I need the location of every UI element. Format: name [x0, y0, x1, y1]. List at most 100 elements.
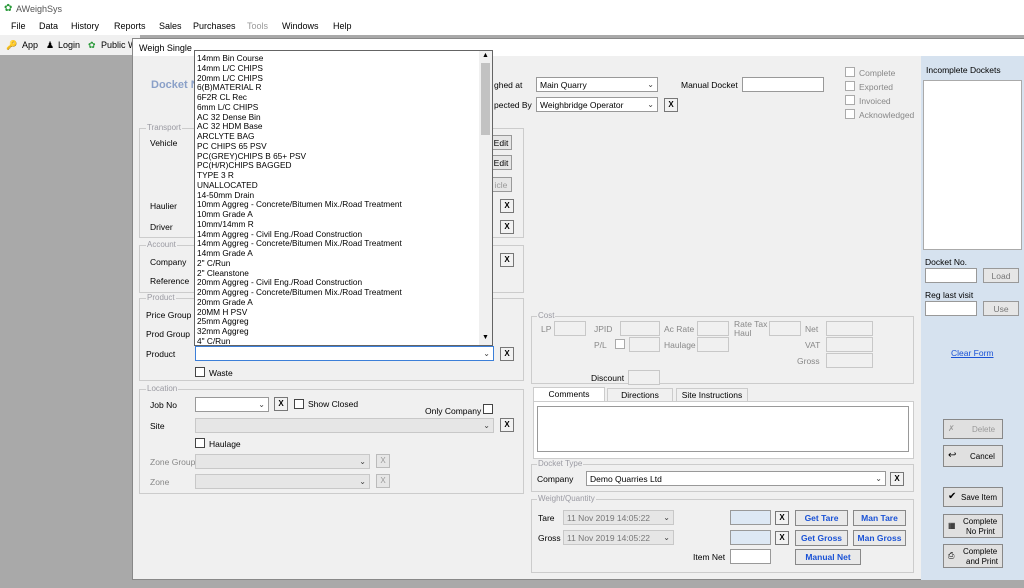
- clear-haulier-button[interactable]: X: [500, 199, 514, 213]
- complete-no-print-button[interactable]: ▦ Complete No Print: [943, 514, 1003, 538]
- scroll-down-icon[interactable]: ▼: [482, 334, 489, 341]
- complete-checkbox[interactable]: [845, 67, 855, 77]
- waste-checkbox[interactable]: [195, 367, 205, 377]
- jpid-input[interactable]: [620, 321, 660, 336]
- net-input[interactable]: [826, 321, 873, 336]
- cost-haulage-input[interactable]: [697, 337, 729, 352]
- invoiced-checkbox[interactable]: [845, 95, 855, 105]
- dropdown-item[interactable]: 6mm L/C CHIPS: [197, 102, 258, 112]
- job-no-select[interactable]: ⌄: [195, 397, 269, 412]
- site-select[interactable]: ⌄: [195, 418, 494, 433]
- dropdown-item[interactable]: 20mm L/C CHIPS: [197, 73, 263, 83]
- dropdown-item[interactable]: 10mm Grade A: [197, 209, 253, 219]
- tab-site-instructions[interactable]: Site Instructions: [676, 388, 748, 402]
- discount-input[interactable]: [628, 370, 660, 385]
- dropdown-item[interactable]: 2" C/Run: [197, 258, 230, 268]
- clear-inspected-button[interactable]: X: [664, 98, 678, 112]
- dropdown-item[interactable]: AC 32 HDM Base: [197, 121, 262, 131]
- dropdown-item[interactable]: 14mm Grade A: [197, 248, 253, 258]
- product-select[interactable]: ⌄: [195, 346, 494, 361]
- dropdown-item[interactable]: 6F2R CL Rec: [197, 92, 247, 102]
- edit-vehicle2-button[interactable]: Edit: [490, 155, 512, 170]
- docket-company-select[interactable]: Demo Quarries Ltd ⌄: [586, 471, 886, 486]
- menu-history[interactable]: History: [71, 21, 99, 31]
- menu-help[interactable]: Help: [333, 21, 352, 31]
- gross-datetime[interactable]: 11 Nov 2019 14:05:22 ⌄: [563, 530, 674, 545]
- exported-checkbox[interactable]: [845, 81, 855, 91]
- edit-vehicle-button[interactable]: Edit: [490, 135, 512, 150]
- cancel-button[interactable]: ↩ Cancel: [943, 445, 1003, 467]
- toolbar-login[interactable]: Login: [58, 40, 80, 50]
- dropdown-item[interactable]: 6(B)MATERIAL R: [197, 82, 262, 92]
- dropdown-item[interactable]: 10mm/14mm R: [197, 219, 254, 229]
- dropdown-item[interactable]: UNALLOCATED: [197, 180, 258, 190]
- product-dropdown-list[interactable]: 14mm Bin Course 14mm L/C CHIPS 20mm L/C CH…: [194, 50, 493, 346]
- only-company-checkbox[interactable]: [483, 404, 493, 414]
- dropdown-item[interactable]: AC 32 Dense Bin: [197, 112, 261, 122]
- use-button[interactable]: Use: [983, 301, 1019, 316]
- save-item-button[interactable]: ✔ Save Item: [943, 487, 1003, 507]
- rate-tax-haul-input[interactable]: [769, 321, 801, 336]
- dropdown-item[interactable]: 14-50mm Drain: [197, 190, 254, 200]
- dropdown-item[interactable]: PC(H/R)CHIPS BAGGED: [197, 160, 292, 170]
- tare-datetime[interactable]: 11 Nov 2019 14:05:22 ⌄: [563, 510, 674, 525]
- zone-group-select[interactable]: ⌄: [195, 454, 370, 469]
- gross-cost-input[interactable]: [826, 353, 873, 368]
- new-vehicle-button[interactable]: icle: [490, 177, 512, 192]
- get-gross-button[interactable]: Get Gross: [795, 530, 848, 546]
- lp-input[interactable]: [554, 321, 586, 336]
- weighed-at-select[interactable]: Main Quarry ⌄: [536, 77, 658, 92]
- manual-docket-input[interactable]: [742, 77, 824, 92]
- toolbar-app[interactable]: App: [22, 40, 38, 50]
- clear-site-button[interactable]: X: [500, 418, 514, 432]
- clear-zone-group-button[interactable]: X: [376, 454, 390, 468]
- dropdown-item[interactable]: 14mm L/C CHIPS: [197, 63, 263, 73]
- dropdown-item[interactable]: 20MM H PSV: [197, 307, 247, 317]
- load-button[interactable]: Load: [983, 268, 1019, 283]
- dropdown-item[interactable]: 32mm Aggreg: [197, 326, 249, 336]
- docket-no-input[interactable]: [925, 268, 977, 283]
- clear-gross-button[interactable]: X: [775, 531, 789, 545]
- dropdown-item[interactable]: 25mm Aggreg: [197, 316, 249, 326]
- menu-windows[interactable]: Windows: [282, 21, 319, 31]
- get-tare-button[interactable]: Get Tare: [795, 510, 848, 526]
- dropdown-item[interactable]: 10mm Aggreg - Concrete/Bitumen Mix./Road…: [197, 199, 402, 209]
- dropdown-item[interactable]: 14mm Aggreg - Civil Eng./Road Constructi…: [197, 229, 362, 239]
- menu-tools[interactable]: Tools: [247, 21, 268, 31]
- acknowledged-checkbox[interactable]: [845, 109, 855, 119]
- ac-rate-input[interactable]: [697, 321, 729, 336]
- dropdown-item[interactable]: 20mm Aggreg - Concrete/Bitumen Mix./Road…: [197, 287, 402, 297]
- menu-file[interactable]: File: [11, 21, 26, 31]
- show-closed-checkbox[interactable]: [294, 399, 304, 409]
- tab-directions[interactable]: Directions: [607, 388, 673, 402]
- scroll-up-icon[interactable]: ▲: [482, 52, 489, 59]
- man-gross-button[interactable]: Man Gross: [853, 530, 906, 546]
- dropdown-scrollbar[interactable]: ▲ ▼: [479, 51, 492, 345]
- tare-weight-input[interactable]: [730, 510, 771, 525]
- dropdown-item[interactable]: 20mm Aggreg - Civil Eng./Road Constructi…: [197, 277, 362, 287]
- menu-data[interactable]: Data: [39, 21, 58, 31]
- clear-form-link[interactable]: Clear Form: [951, 348, 994, 358]
- dropdown-item[interactable]: TYPE 3 R: [197, 170, 234, 180]
- menu-purchases[interactable]: Purchases: [193, 21, 236, 31]
- clear-company-button[interactable]: X: [500, 253, 514, 267]
- inspected-by-select[interactable]: Weighbridge Operator ⌄: [536, 97, 658, 112]
- man-tare-button[interactable]: Man Tare: [853, 510, 906, 526]
- manual-net-button[interactable]: Manual Net: [795, 549, 861, 565]
- tab-comments[interactable]: Comments: [533, 387, 605, 401]
- clear-tare-button[interactable]: X: [775, 511, 789, 525]
- dropdown-item[interactable]: 14mm Aggreg - Concrete/Bitumen Mix./Road…: [197, 238, 402, 248]
- haulage-checkbox[interactable]: [195, 438, 205, 448]
- gross-weight-input[interactable]: [730, 530, 771, 545]
- item-net-input[interactable]: [730, 549, 771, 564]
- delete-button[interactable]: ✗ Delete: [943, 419, 1003, 439]
- clear-docket-company-button[interactable]: X: [890, 472, 904, 486]
- scrollbar-thumb[interactable]: [481, 63, 490, 135]
- dropdown-item[interactable]: 2" Cleanstone: [197, 268, 249, 278]
- clear-job-no-button[interactable]: X: [274, 397, 288, 411]
- menu-sales[interactable]: Sales: [159, 21, 182, 31]
- clear-zone-button[interactable]: X: [376, 474, 390, 488]
- clear-product-button[interactable]: X: [500, 347, 514, 361]
- dropdown-item[interactable]: PC CHIPS 65 PSV: [197, 141, 267, 151]
- comments-textarea[interactable]: [537, 406, 909, 452]
